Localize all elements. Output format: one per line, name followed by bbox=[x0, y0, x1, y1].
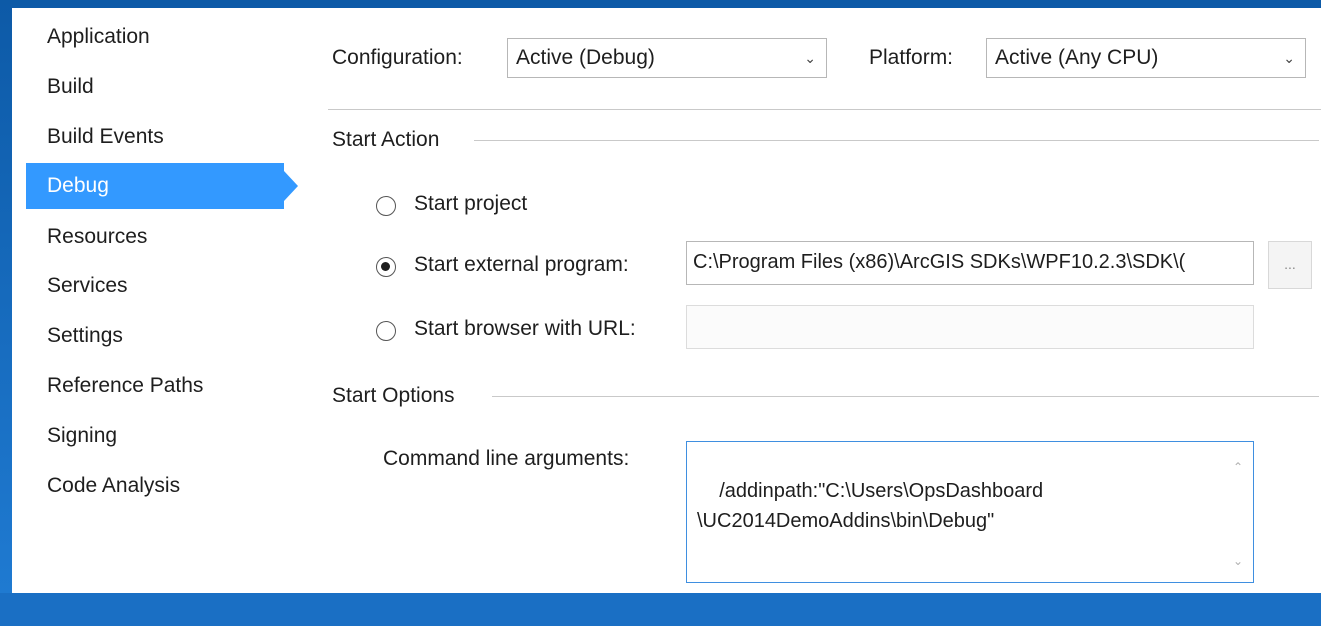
sidebar-item-label: Services bbox=[47, 274, 128, 297]
command-line-arguments-textarea[interactable]: /addinpath:"C:\Users\OpsDashboard \UC201… bbox=[686, 441, 1254, 583]
external-program-path-input[interactable]: C:\Program Files (x86)\ArcGIS SDKs\WPF10… bbox=[686, 241, 1254, 285]
sidebar-item-build-events[interactable]: Build Events bbox=[26, 114, 284, 160]
configuration-value: Active (Debug) bbox=[516, 46, 655, 69]
command-line-arguments-value: /addinpath:"C:\Users\OpsDashboard \UC201… bbox=[697, 480, 1044, 532]
project-properties-panel: Application Build Build Events Debug Res… bbox=[12, 8, 1321, 593]
sidebar-item-application[interactable]: Application bbox=[26, 14, 284, 60]
sidebar-item-label: Debug bbox=[47, 174, 109, 197]
sidebar-item-code-analysis[interactable]: Code Analysis bbox=[26, 463, 284, 509]
start-project-option[interactable]: Start project bbox=[376, 192, 616, 224]
browse-button[interactable]: ... bbox=[1268, 241, 1312, 289]
chevron-down-icon: ⌄ bbox=[1283, 50, 1295, 66]
start-options-divider bbox=[492, 396, 1319, 397]
platform-value: Active (Any CPU) bbox=[995, 46, 1159, 69]
sidebar-item-label: Application bbox=[47, 25, 150, 48]
browser-url-input[interactable] bbox=[686, 305, 1254, 349]
start-action-divider bbox=[474, 140, 1319, 141]
external-program-path-value: C:\Program Files (x86)\ArcGIS SDKs\WPF10… bbox=[693, 251, 1186, 273]
sidebar-item-label: Settings bbox=[47, 324, 123, 347]
command-line-arguments-label: Command line arguments: bbox=[383, 447, 630, 470]
sidebar-item-settings[interactable]: Settings bbox=[26, 313, 284, 359]
platform-label: Platform: bbox=[869, 46, 954, 69]
sidebar-item-services[interactable]: Services bbox=[26, 263, 284, 309]
start-browser-label: Start browser with URL: bbox=[414, 317, 636, 340]
configuration-dropdown[interactable]: Active (Debug) ⌄ bbox=[507, 38, 827, 78]
sidebar-item-label: Code Analysis bbox=[47, 474, 181, 497]
start-browser-option[interactable]: Start browser with URL: bbox=[376, 317, 676, 349]
sidebar-item-reference-paths[interactable]: Reference Paths bbox=[26, 363, 284, 409]
scroll-up-icon[interactable]: ⌃ bbox=[1233, 452, 1243, 482]
configuration-label: Configuration: bbox=[332, 46, 463, 69]
start-project-label: Start project bbox=[414, 192, 528, 215]
start-external-program-label: Start external program: bbox=[414, 253, 629, 276]
scroll-down-icon[interactable]: ⌄ bbox=[1233, 546, 1243, 576]
start-action-title: Start Action bbox=[332, 128, 440, 151]
sidebar-item-debug[interactable]: Debug bbox=[26, 163, 298, 209]
start-browser-radio[interactable] bbox=[376, 321, 396, 341]
start-options-title: Start Options bbox=[332, 384, 455, 407]
toolbar-divider bbox=[328, 109, 1321, 110]
sidebar-item-label: Reference Paths bbox=[47, 374, 204, 397]
chevron-down-icon: ⌄ bbox=[804, 50, 816, 66]
sidebar-item-label: Resources bbox=[47, 225, 148, 248]
platform-dropdown[interactable]: Active (Any CPU) ⌄ bbox=[986, 38, 1306, 78]
sidebar-item-label: Build bbox=[47, 75, 94, 98]
sidebar-item-build[interactable]: Build bbox=[26, 64, 284, 110]
sidebar-item-signing[interactable]: Signing bbox=[26, 413, 284, 459]
start-external-program-option[interactable]: Start external program: bbox=[376, 253, 676, 285]
sidebar-item-label: Build Events bbox=[47, 125, 164, 148]
sidebar-item-label: Signing bbox=[47, 424, 118, 447]
start-project-radio[interactable] bbox=[376, 196, 396, 216]
sidebar: Application Build Build Events Debug Res… bbox=[12, 8, 312, 593]
start-external-program-radio[interactable] bbox=[376, 257, 396, 277]
sidebar-item-resources[interactable]: Resources bbox=[26, 214, 284, 260]
